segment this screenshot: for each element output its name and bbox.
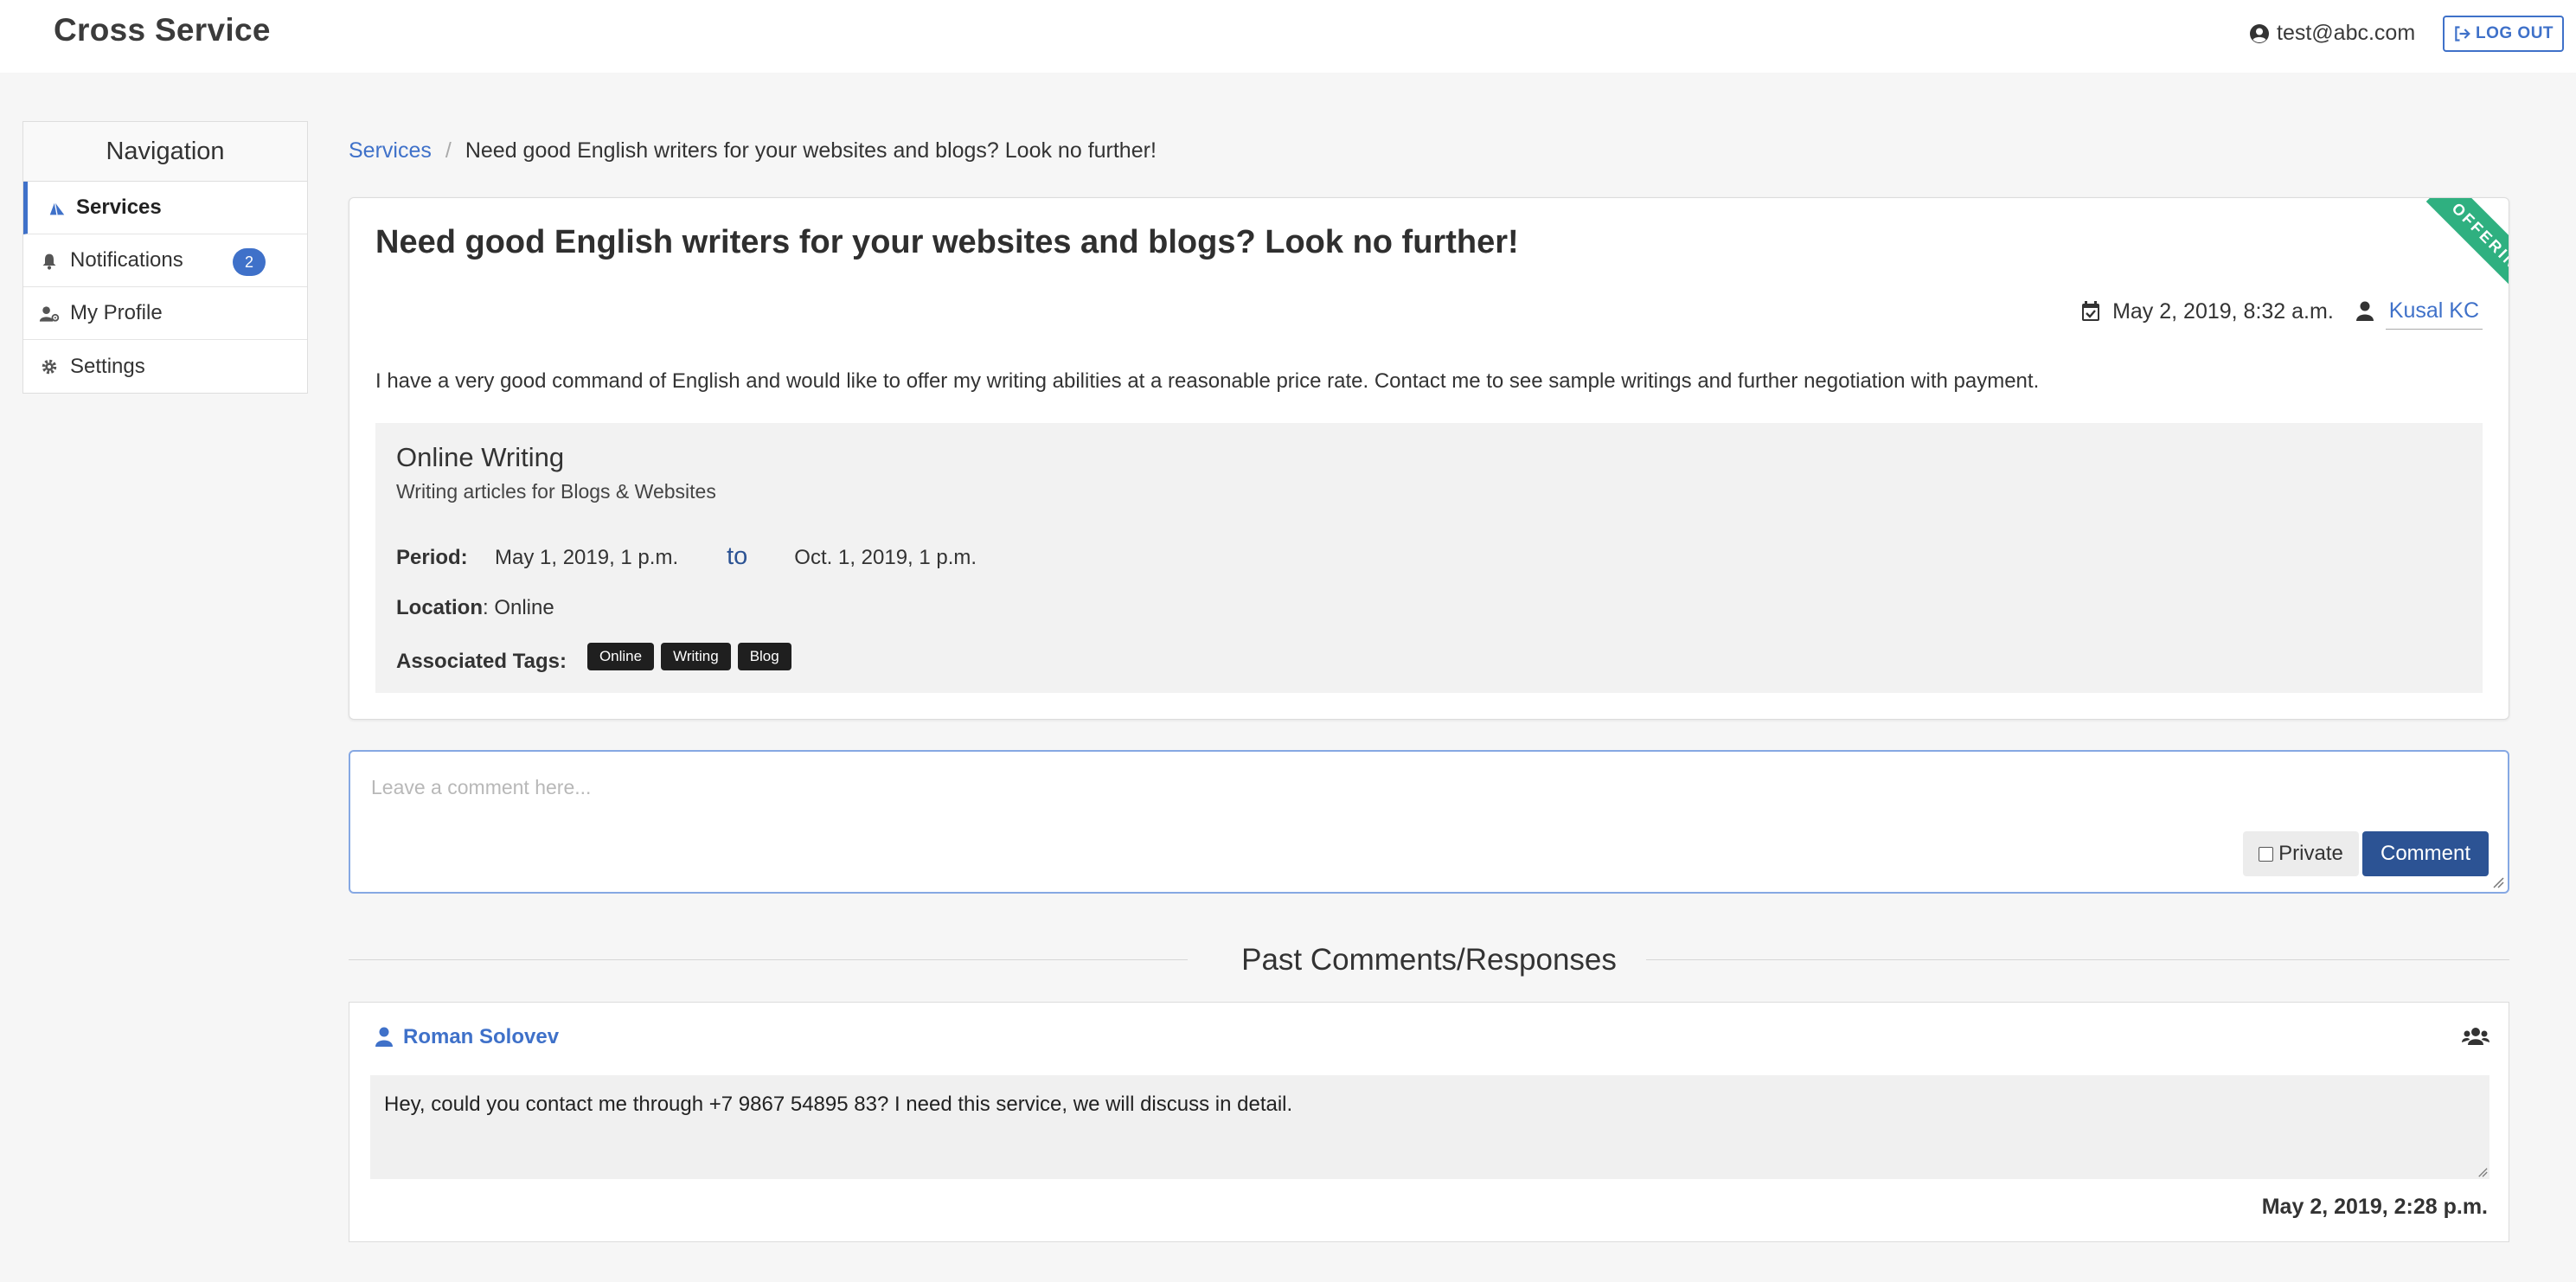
bell-icon bbox=[39, 251, 60, 272]
top-bar: Cross Service test@abc.com LOG OUT bbox=[0, 0, 2576, 73]
location-label: Location bbox=[396, 596, 483, 619]
period-row: Period: May 1, 2019, 1 p.m. to Oct. 1, 2019… bbox=[396, 542, 977, 571]
comment-submit-button[interactable]: Comment bbox=[2362, 831, 2489, 876]
logout-label: LOG OUT bbox=[2475, 24, 2554, 42]
sign-out-icon bbox=[2455, 26, 2470, 42]
user-email: test@abc.com bbox=[2277, 21, 2416, 45]
user-icon bbox=[2355, 301, 2374, 321]
comment-date: May 2, 2019, 2:28 p.m. bbox=[2261, 1195, 2488, 1219]
comment-author[interactable]: Roman Solovev bbox=[375, 1025, 559, 1049]
brand-logo[interactable]: Cross Service bbox=[54, 12, 271, 48]
users-group-icon bbox=[2462, 1028, 2489, 1045]
comment-input[interactable]: Leave a comment here... Private Comment bbox=[349, 750, 2509, 894]
post-author-link[interactable]: Kusal KC bbox=[2385, 298, 2483, 330]
period-to: to bbox=[727, 542, 748, 570]
service-subtitle: Writing articles for Blogs & Websites bbox=[396, 480, 716, 503]
sidebar-item-services[interactable]: Services bbox=[23, 182, 307, 234]
resize-handle-icon bbox=[2478, 1168, 2488, 1177]
post-meta: May 2, 2019, 8:32 a.m. Kusal KC bbox=[2081, 293, 2483, 330]
sidebar-item-label: Notifications bbox=[70, 248, 183, 272]
location-value: : Online bbox=[483, 596, 554, 619]
private-toggle[interactable]: Private bbox=[2243, 831, 2359, 876]
post-description: I have a very good command of English an… bbox=[375, 369, 2040, 393]
sidebar-item-settings[interactable]: Settings bbox=[23, 340, 307, 393]
tags-label: Associated Tags: bbox=[396, 650, 567, 673]
breadcrumb-current: Need good English writers for your websi… bbox=[465, 138, 1157, 163]
period-label: Period: bbox=[396, 546, 468, 569]
services-icon bbox=[47, 198, 67, 219]
tag-online[interactable]: Online bbox=[586, 643, 655, 670]
offering-ribbon: OFFERING bbox=[2425, 198, 2509, 306]
user-cog-icon bbox=[39, 304, 60, 324]
comment-author-name: Roman Solovev bbox=[403, 1025, 560, 1048]
past-comments-heading: Past Comments/Responses bbox=[1241, 943, 1617, 977]
user-account[interactable]: test@abc.com bbox=[2249, 21, 2415, 46]
user-circle-icon bbox=[2250, 23, 2269, 43]
post-date: May 2, 2019, 8:32 a.m. bbox=[2112, 298, 2334, 324]
tag-blog[interactable]: Blog bbox=[737, 643, 791, 670]
location-row: Location: Online bbox=[396, 596, 554, 620]
period-end: Oct. 1, 2019, 1 p.m. bbox=[794, 546, 977, 569]
service-title: Online Writing bbox=[396, 442, 565, 472]
calendar-check-icon bbox=[2082, 301, 2100, 321]
comment-item: Roman Solovev Hey, could you contact me … bbox=[349, 1002, 2509, 1242]
notification-count-badge: 2 bbox=[233, 248, 266, 276]
service-post-card: Need good English writers for your websi… bbox=[349, 197, 2509, 720]
sidebar-item-my-profile[interactable]: My Profile bbox=[23, 287, 307, 340]
service-details-panel: Online Writing Writing articles for Blog… bbox=[375, 423, 2483, 693]
tag-writing[interactable]: Writing bbox=[661, 643, 731, 670]
private-label: Private bbox=[2278, 842, 2343, 865]
sidebar-item-notifications[interactable]: Notifications 2 bbox=[23, 234, 307, 287]
breadcrumb-services-link[interactable]: Services bbox=[349, 138, 432, 163]
sidebar-item-label: My Profile bbox=[70, 301, 163, 324]
past-comments-divider: Past Comments/Responses bbox=[349, 943, 2509, 978]
post-title: Need good English writers for your websi… bbox=[375, 224, 1519, 260]
period-start: May 1, 2019, 1 p.m. bbox=[495, 546, 679, 569]
tags-row: Associated Tags: Online Writing Blog bbox=[396, 639, 798, 674]
sidebar-item-label: Services bbox=[76, 196, 162, 219]
sidebar-item-label: Settings bbox=[70, 354, 145, 378]
resize-handle-icon[interactable] bbox=[2492, 876, 2504, 888]
comment-text: Hey, could you contact me through +7 986… bbox=[370, 1075, 2489, 1179]
private-checkbox[interactable] bbox=[2259, 846, 2274, 862]
logout-button[interactable]: LOG OUT bbox=[2443, 16, 2564, 52]
user-icon bbox=[375, 1027, 393, 1047]
comment-placeholder: Leave a comment here... bbox=[371, 776, 592, 798]
sidebar-navigation: Navigation Services Notifications 2 My P… bbox=[22, 121, 308, 394]
gear-icon bbox=[39, 356, 60, 377]
breadcrumb: Services / Need good English writers for y… bbox=[349, 138, 1157, 163]
nav-title: Navigation bbox=[23, 122, 307, 182]
breadcrumb-separator: / bbox=[445, 138, 452, 163]
